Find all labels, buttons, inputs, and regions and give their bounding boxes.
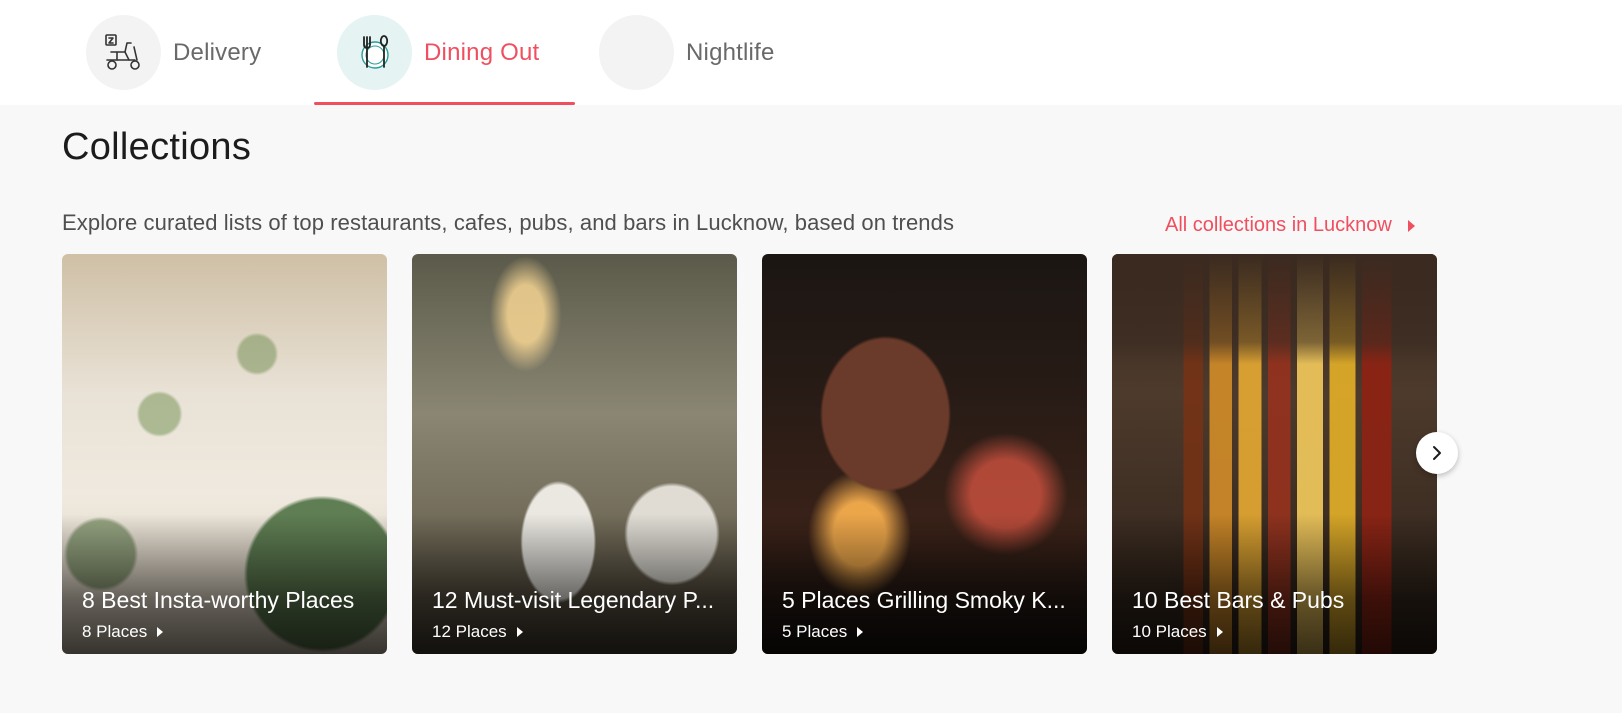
places-count-label: 5 Places: [782, 622, 848, 641]
all-collections-link[interactable]: All collections in Lucknow: [1165, 214, 1415, 237]
tab-delivery[interactable]: Delivery: [86, 0, 261, 105]
tab-label-nightlife: Nightlife: [686, 38, 775, 66]
tab-label-dining-out: Dining Out: [424, 38, 540, 66]
collection-title: 5 Places Grilling Smoky K...: [782, 587, 1066, 613]
tab-nightlife[interactable]: Nightlife: [599, 0, 775, 105]
collection-card-legendary[interactable]: 12 Must-visit Legendary P... 12 Places: [412, 254, 737, 654]
collection-places-count: 5 Places: [782, 622, 864, 642]
caret-right-icon: [857, 627, 864, 637]
active-tab-indicator: [314, 102, 575, 105]
collection-places-count: 10 Places: [1132, 622, 1223, 642]
tab-bar: Delivery Dining Out Nightlife: [0, 0, 1622, 105]
chevron-right-icon: [1433, 446, 1441, 460]
caret-right-icon: [516, 627, 523, 637]
collection-card-grilling[interactable]: 5 Places Grilling Smoky K... 5 Places: [762, 254, 1087, 654]
collection-title: 8 Best Insta-worthy Places: [82, 587, 355, 613]
collection-places-count: 8 Places: [82, 622, 164, 642]
all-collections-label: All collections in Lucknow: [1165, 214, 1392, 236]
places-count-label: 12 Places: [432, 622, 507, 641]
caret-right-icon: [1407, 219, 1415, 232]
page-title: Collections: [62, 126, 252, 168]
collection-title: 10 Best Bars & Pubs: [1132, 587, 1345, 613]
collection-card-insta-worthy[interactable]: 8 Best Insta-worthy Places 8 Places: [62, 254, 387, 654]
carousel-next-button[interactable]: [1416, 432, 1458, 474]
section-subtitle: Explore curated lists of top restaurants…: [62, 210, 955, 235]
places-count-label: 10 Places: [1132, 622, 1207, 641]
nightlife-icon: [599, 15, 674, 90]
places-count-label: 8 Places: [82, 622, 148, 641]
collection-places-count: 12 Places: [432, 622, 523, 642]
collection-title: 12 Must-visit Legendary P...: [432, 587, 715, 613]
collection-card-bars-pubs[interactable]: 10 Best Bars & Pubs 10 Places: [1112, 254, 1437, 654]
tab-label-delivery: Delivery: [173, 38, 262, 66]
caret-right-icon: [1216, 627, 1223, 637]
scooter-icon: [86, 15, 161, 90]
plate-cutlery-icon: [337, 15, 412, 90]
caret-right-icon: [157, 627, 164, 637]
tab-dining-out[interactable]: Dining Out: [314, 0, 575, 105]
